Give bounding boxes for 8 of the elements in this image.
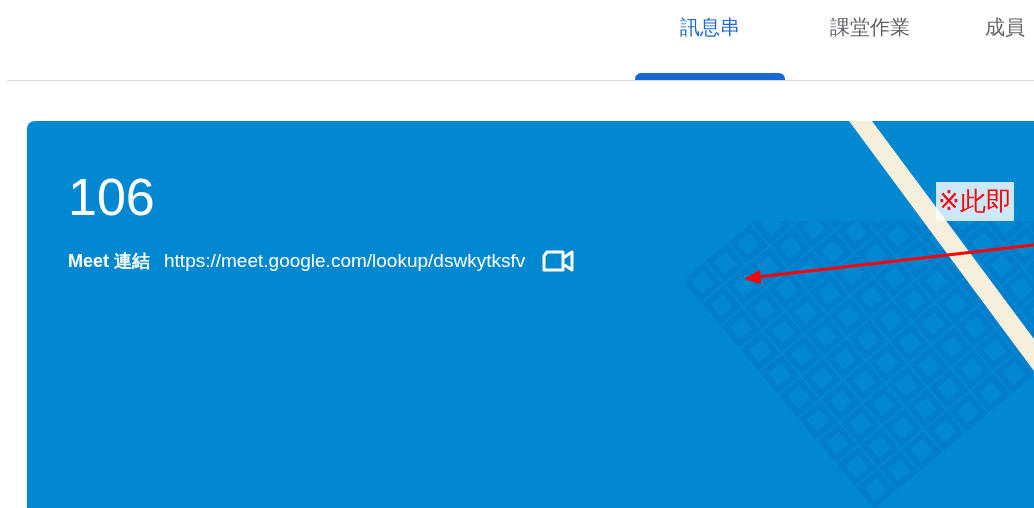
nav-tab[interactable]: 訊息串: [635, 0, 785, 80]
class-title: 106: [68, 167, 155, 228]
nav-tab[interactable]: 成員: [955, 0, 1034, 80]
nav-tab[interactable]: 課堂作業: [785, 0, 955, 80]
annotation-text: ※此即: [936, 182, 1014, 221]
meet-label: Meet 連結: [68, 249, 150, 273]
video-camera-icon[interactable]: [541, 248, 576, 275]
meet-link[interactable]: https://meet.google.com/lookup/dswkytksfv: [164, 247, 526, 276]
